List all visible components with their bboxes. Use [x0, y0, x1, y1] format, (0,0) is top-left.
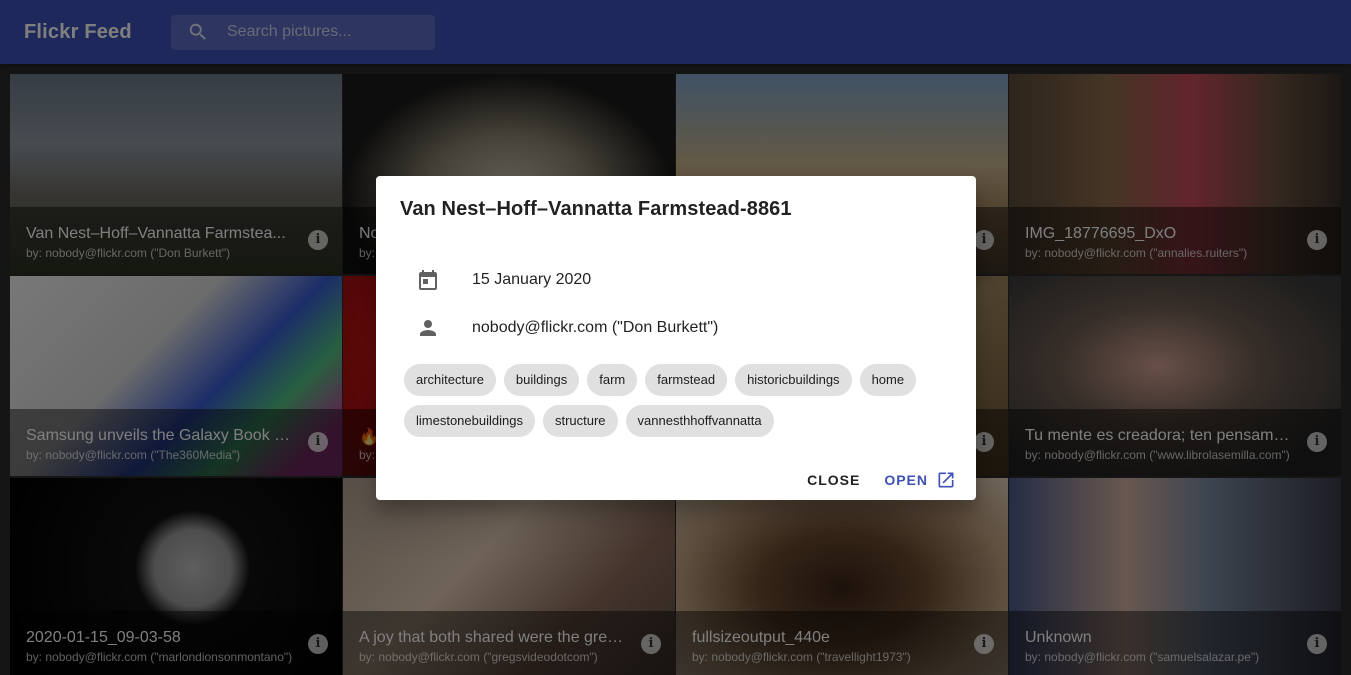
dialog-title: Van Nest–Hoff–Vannatta Farmstead-8861	[400, 198, 792, 220]
open-button[interactable]: OPEN	[876, 462, 964, 498]
close-button[interactable]: CLOSE	[799, 462, 868, 498]
calendar-icon	[419, 270, 437, 290]
tag-chip[interactable]: farmstead	[645, 364, 728, 396]
open-in-new-icon	[938, 472, 954, 488]
open-button-label: OPEN	[884, 472, 928, 488]
tag-chip[interactable]: buildings	[503, 364, 580, 396]
tag-chip[interactable]: limestonebuildings	[404, 405, 535, 437]
tag-chip[interactable]: architecture	[404, 364, 496, 396]
tag-chip[interactable]: home	[859, 364, 917, 396]
tag-chip[interactable]: historicbuildings	[735, 364, 852, 396]
photo-author: nobody@flickr.com ("Don Burkett")	[472, 319, 719, 336]
tag-chip[interactable]: farm	[587, 364, 638, 396]
tag-chip[interactable]: vannesthhoffvannatta	[625, 405, 774, 437]
author-row: nobody@flickr.com ("Don Burkett")	[416, 316, 718, 340]
photo-date: 15 January 2020	[472, 271, 592, 288]
person-icon	[420, 320, 436, 336]
tag-list: architecture buildings farm farmstead hi…	[404, 364, 964, 437]
date-row: 15 January 2020	[416, 268, 591, 292]
tag-chip[interactable]: structure	[542, 405, 618, 437]
photo-details-dialog: Van Nest–Hoff–Vannatta Farmstead-8861 15…	[376, 176, 976, 500]
dialog-actions: CLOSE OPEN	[799, 462, 964, 498]
